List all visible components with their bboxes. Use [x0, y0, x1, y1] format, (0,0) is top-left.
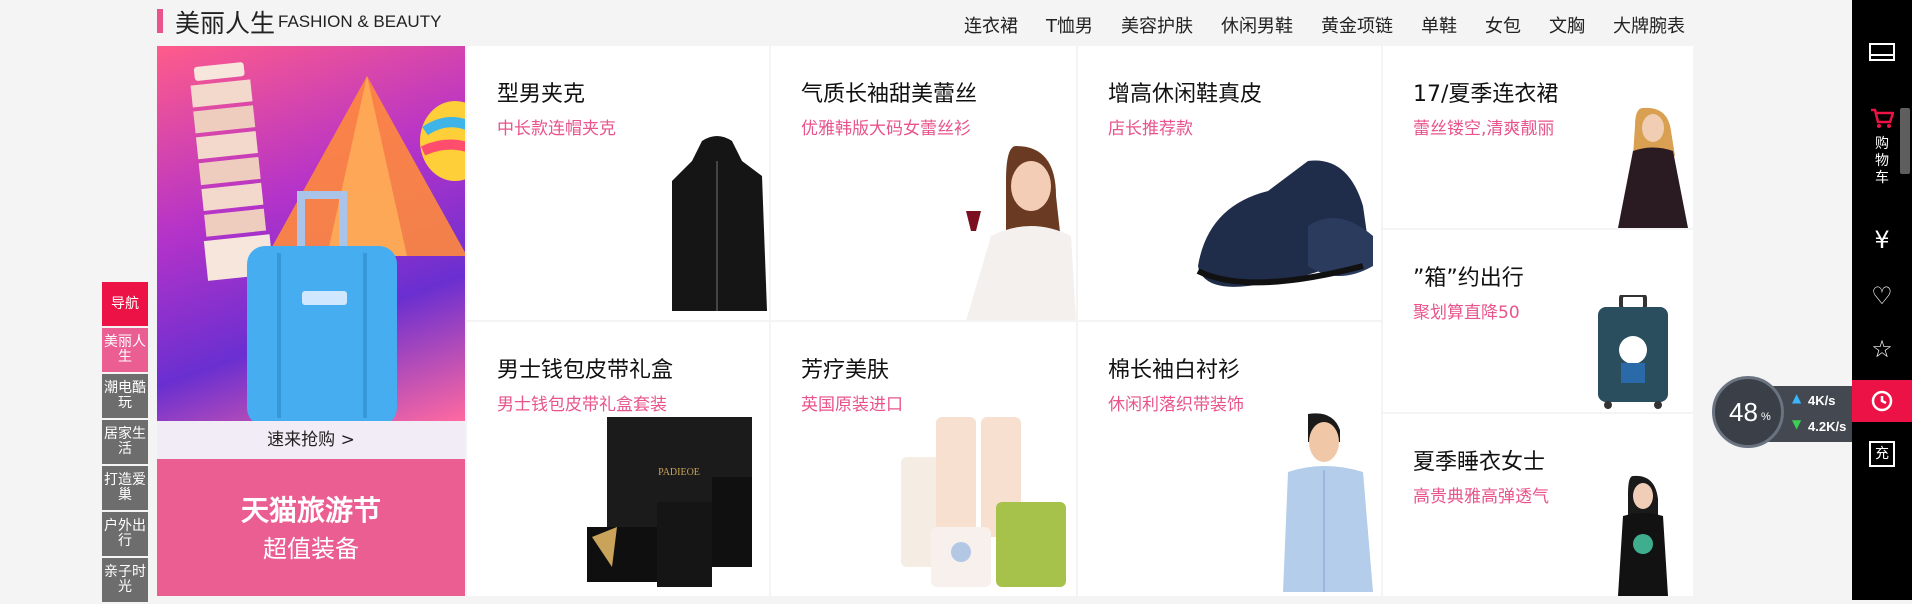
- toolbar-scrollbar[interactable]: [1900, 108, 1910, 174]
- shirt-model-image: [1283, 413, 1373, 592]
- upload-speed: 4K/s: [1808, 393, 1836, 408]
- category-link[interactable]: 美容护肤: [1107, 12, 1207, 42]
- side-nav-item[interactable]: 户外出行: [102, 512, 148, 556]
- product-subtitle: 中长款连帽夹克: [497, 119, 616, 139]
- side-nav-item[interactable]: 居家生活: [102, 420, 148, 464]
- category-link[interactable]: T恤男: [1032, 12, 1107, 42]
- category-link[interactable]: 黄金项链: [1307, 12, 1407, 42]
- category-link[interactable]: 单鞋: [1407, 12, 1471, 42]
- section-subtitle: FASHION & BEAUTY: [278, 12, 442, 31]
- product-title: 芳疗美肤: [801, 358, 890, 383]
- product-title: 气质长袖甜美蕾丝: [801, 82, 978, 107]
- product-title: ”箱”约出行: [1413, 266, 1524, 291]
- product-title: 男士钱包皮带礼盒: [497, 358, 674, 383]
- product-card[interactable]: 夏季睡衣女士 高贵典雅高弹透气: [1383, 414, 1693, 596]
- leather-shoe-image: [1196, 160, 1373, 287]
- promo-subtitle: 超值装备: [263, 535, 359, 563]
- balloon-graphic: [420, 101, 465, 181]
- product-title: 17/夏季连衣裙: [1413, 82, 1559, 107]
- cart-label: 购物车: [1875, 136, 1889, 186]
- usage-percent: 48: [1729, 397, 1758, 427]
- side-nav-item[interactable]: 潮电酷玩: [102, 374, 148, 418]
- jacket-image: [672, 136, 767, 311]
- side-nav-item[interactable]: 导航: [102, 282, 148, 326]
- product-card[interactable]: 气质长袖甜美蕾丝 优雅韩版大码女蕾丝衫: [771, 46, 1076, 320]
- section-title: 美丽人生: [175, 9, 276, 38]
- category-link[interactable]: 休闲男鞋: [1207, 12, 1307, 42]
- product-subtitle: 英国原装进口: [801, 395, 903, 415]
- side-nav-item[interactable]: 美丽人生: [102, 328, 148, 372]
- suitcase-graphic: [247, 191, 397, 421]
- product-card[interactable]: 型男夹克 中长款连帽夹克: [467, 46, 769, 320]
- product-card[interactable]: 17/夏季连衣裙 蕾丝镂空,清爽靓丽: [1383, 46, 1693, 228]
- product-subtitle: 聚划算直降50: [1413, 303, 1520, 323]
- promo-info: 天猫旅游节 超值装备: [157, 459, 465, 596]
- travel-promo-banner[interactable]: 速来抢购 > 天猫旅游节 超值装备: [157, 46, 465, 596]
- promo-illustration: [157, 46, 465, 421]
- wallet-giftbox-image: PADIEOE: [587, 417, 752, 587]
- upload-arrow-icon: ▲: [1792, 391, 1802, 405]
- product-card[interactable]: 增高休闲鞋真皮 店长推荐款: [1078, 46, 1381, 320]
- dress-model-image: [1618, 107, 1688, 228]
- net-speed-widget[interactable]: ▲ 4K/s ▼ 4.2K/s 48 %: [1712, 376, 1862, 452]
- skincare-bottles-image: [901, 417, 1066, 587]
- mail-icon[interactable]: [1852, 30, 1912, 74]
- recharge-label: 充: [1869, 441, 1895, 467]
- yen-icon[interactable]: ¥: [1852, 218, 1912, 262]
- section-title-bar: [157, 9, 163, 33]
- product-subtitle: 休闲利落织带装饰: [1108, 395, 1244, 415]
- promo-title: 天猫旅游节: [240, 494, 381, 527]
- floor-side-nav: 导航 美丽人生 潮电酷玩 居家生活 打造爱巢 户外出行 亲子时光: [102, 282, 148, 604]
- heart-icon[interactable]: ♡: [1852, 274, 1912, 318]
- category-link[interactable]: 女包: [1471, 12, 1535, 42]
- product-subtitle: 男士钱包皮带礼盒套装: [497, 395, 667, 415]
- product-card[interactable]: 棉长袖白衬衫 休闲利落织带装饰: [1078, 322, 1381, 596]
- side-nav-item[interactable]: 打造爱巢: [102, 466, 148, 510]
- side-nav-item[interactable]: 亲子时光: [102, 558, 148, 602]
- category-nav: 连衣裙 T恤男 美容护肤 休闲男鞋 黄金项链 单鞋 女包 文胸 大牌腕表: [950, 12, 1699, 42]
- promo-cta-link[interactable]: 速来抢购 >: [157, 421, 465, 459]
- memory-usage-circle: 48 %: [1712, 376, 1784, 448]
- percent-sign: %: [1761, 411, 1771, 423]
- brand-label: PADIEOE: [658, 467, 700, 478]
- right-toolbar: 购物车 ¥ ♡ ☆ 充: [1852, 0, 1912, 600]
- woman-wine-image: [966, 146, 1076, 320]
- product-subtitle: 蕾丝镂空,清爽靓丽: [1413, 119, 1555, 139]
- history-icon[interactable]: [1852, 380, 1912, 422]
- category-link[interactable]: 大牌腕表: [1599, 12, 1699, 42]
- product-title: 型男夹克: [497, 82, 586, 107]
- suitcase-image: [1598, 295, 1668, 409]
- download-speed: 4.2K/s: [1808, 419, 1847, 434]
- product-card[interactable]: 男士钱包皮带礼盒 男士钱包皮带礼盒套装 PADIEOE: [467, 322, 769, 596]
- product-subtitle: 高贵典雅高弹透气: [1413, 487, 1549, 507]
- category-link[interactable]: 连衣裙: [950, 12, 1032, 42]
- cart-icon: [1871, 108, 1895, 128]
- recharge-icon[interactable]: 充: [1852, 432, 1912, 476]
- product-subtitle: 优雅韩版大码女蕾丝衫: [801, 119, 971, 139]
- pajama-model-image: [1618, 475, 1668, 596]
- product-subtitle: 店长推荐款: [1108, 119, 1193, 139]
- category-link[interactable]: 文胸: [1535, 12, 1599, 42]
- product-card[interactable]: ”箱”约出行 聚划算直降50: [1383, 230, 1693, 412]
- product-title: 夏季睡衣女士: [1413, 450, 1546, 475]
- product-title: 增高休闲鞋真皮: [1108, 82, 1263, 107]
- download-arrow-icon: ▼: [1792, 417, 1802, 431]
- product-title: 棉长袖白衬衫: [1108, 358, 1241, 383]
- product-card[interactable]: 芳疗美肤 英国原装进口: [771, 322, 1076, 596]
- star-icon[interactable]: ☆: [1852, 327, 1912, 371]
